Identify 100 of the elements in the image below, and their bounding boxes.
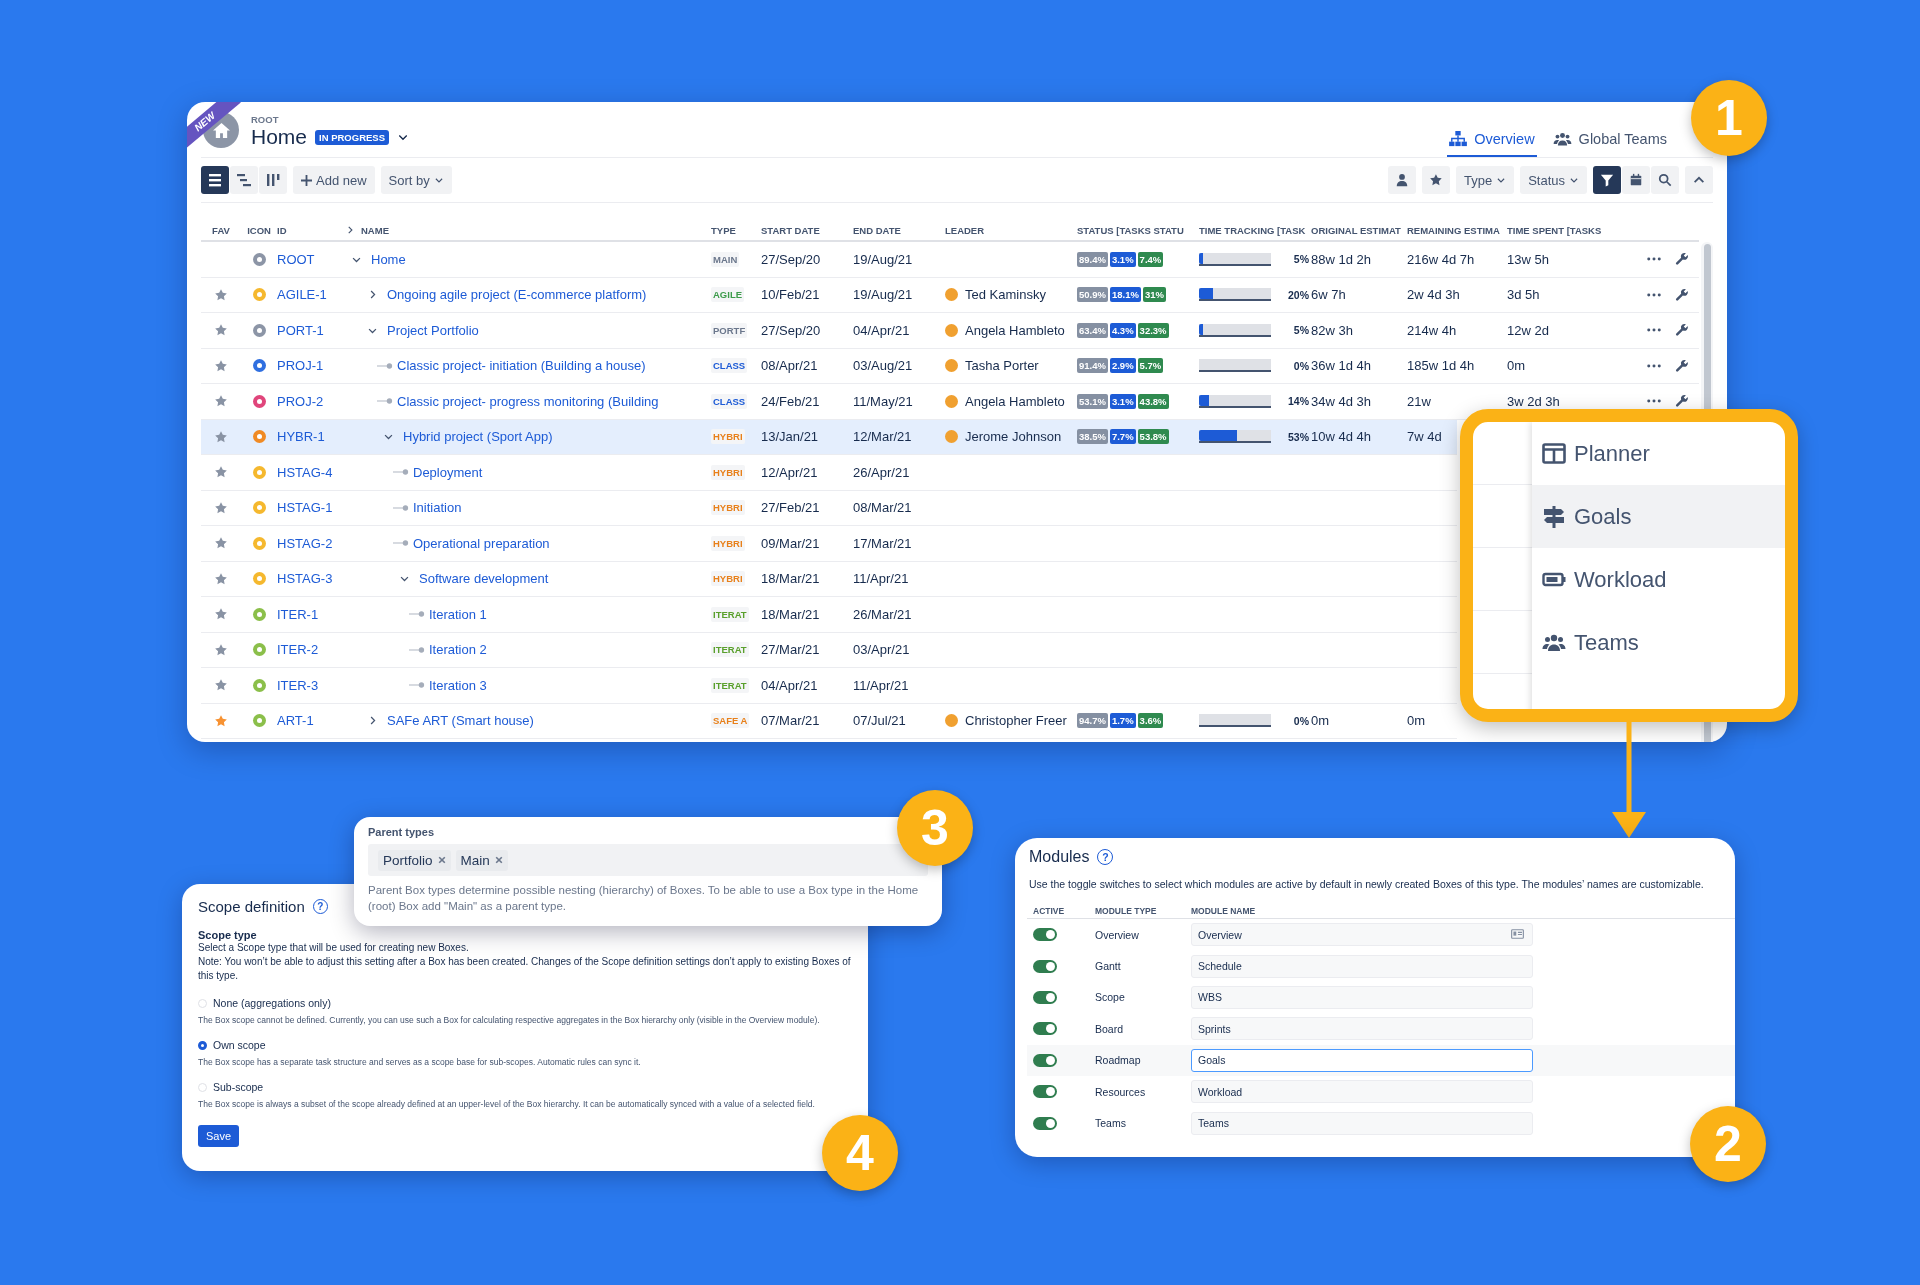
table-row[interactable]: ITER-3 Iteration 3 ITERAT 04/Apr/21 11/Apr/21 [201,668,1457,704]
toggle-switch[interactable] [1033,1053,1057,1067]
module-name-field[interactable]: Teams [1191,1111,1533,1135]
table-row[interactable]: HSTAG-4 Deployment HYBRI 12/Apr/21 26/Apr/21 [201,455,1457,491]
wrench-icon[interactable] [1675,252,1689,267]
menu-item[interactable]: Planner [1532,422,1785,485]
star-icon[interactable] [214,713,228,728]
remove-icon[interactable] [437,856,446,864]
view-button[interactable] [230,166,258,194]
tab[interactable]: Overview [1447,131,1537,157]
name-link[interactable]: Classic project- progress monitoring (Building [397,393,659,409]
status-filter-button[interactable]: Status [1520,166,1587,194]
module-name-field[interactable]: Goals [1191,1048,1533,1072]
toggle-switch[interactable] [1033,990,1057,1004]
table-row[interactable]: HYBR-1 Hybrid project (Sport App) HYBRI 13/Jan/21 12/Mar/21 Jerome Johnson 38.5% 7.7% 53.8% 53%10w 4d 4h 7w 4d [201,419,1457,455]
id-card-icon[interactable] [1511,929,1524,940]
toggle-switch[interactable] [1033,928,1057,942]
star-icon[interactable] [214,500,228,515]
id-link[interactable]: PORT-1 [277,322,324,338]
module-name-field[interactable]: Workload [1191,1080,1533,1104]
collapse-button[interactable] [1685,166,1713,194]
chevron-icon[interactable] [345,225,355,235]
id-link[interactable]: ITER-1 [277,606,319,622]
person-button[interactable] [1387,166,1416,194]
remove-icon[interactable] [494,856,503,864]
name-link[interactable]: Software development [419,571,549,587]
tab[interactable]: Global Teams [1550,130,1669,157]
more-icon[interactable] [1647,257,1661,262]
more-icon[interactable] [1647,292,1661,297]
name-link[interactable]: Project Portfolio [387,322,479,338]
module-name-field[interactable]: Schedule [1191,954,1533,978]
name-link[interactable]: Deployment [413,464,483,480]
radio-label[interactable]: Sub-scope [213,1081,264,1093]
star-icon[interactable] [214,642,228,657]
star-icon[interactable] [214,678,228,693]
module-name-field[interactable]: WBS [1191,985,1533,1009]
star-icon[interactable] [214,607,228,622]
id-link[interactable]: HSTAG-3 [277,571,333,587]
module-name-field[interactable]: Overview [1191,923,1533,947]
star-icon[interactable] [214,429,228,444]
name-link[interactable]: Iteration 3 [429,677,487,693]
star-icon[interactable] [214,536,228,551]
search-button[interactable] [1651,166,1679,194]
filter-button[interactable] [1593,166,1621,194]
star-icon[interactable] [214,287,228,302]
star-icon[interactable] [214,323,228,338]
name-link[interactable]: Hybrid project (Sport App) [403,429,553,445]
radio-button[interactable] [198,1040,207,1050]
id-link[interactable]: ITER-2 [277,642,319,658]
name-link[interactable]: Classic project- initiation (Building a house) [397,358,646,374]
more-icon[interactable] [1647,399,1661,404]
id-link[interactable]: AGILE-1 [277,287,327,303]
toggle-switch[interactable] [1033,1085,1057,1099]
radio-label[interactable]: None (aggregations only) [213,997,331,1009]
calendar-button[interactable] [1622,166,1650,194]
name-link[interactable]: Iteration 1 [429,606,487,622]
table-row[interactable]: AGILE-1 Ongoing agile project (E-commerce platform) AGILE 10/Feb/21 19/Aug/21 Ted Kaminsky 50.9% 18.1% 31% 20%6w 7h 2w 4d 3h 3d 5h [201,277,1699,313]
wrench-icon[interactable] [1675,323,1689,338]
table-row[interactable]: HSTAG-3 Software development HYBRI 18/Mar/21 11/Apr/21 [201,561,1457,597]
name-link[interactable]: Operational preparation [413,535,550,551]
id-link[interactable]: PROJ-2 [277,393,324,409]
table-row[interactable]: ITER-2 Iteration 2 ITERAT 27/Mar/21 03/Apr/21 [201,632,1457,668]
wrench-icon[interactable] [1675,394,1689,409]
more-icon[interactable] [1647,363,1661,368]
id-link[interactable]: HSTAG-1 [277,500,333,516]
star-button[interactable] [1421,166,1450,194]
id-link[interactable]: ROOT [277,251,315,267]
id-link[interactable]: HSTAG-4 [277,464,333,480]
menu-item[interactable]: Workload [1532,548,1785,611]
id-link[interactable]: PROJ-1 [277,358,324,374]
name-link[interactable]: SAFe ART (Smart house) [387,713,534,729]
id-link[interactable]: HYBR-1 [277,429,325,445]
name-link[interactable]: Iteration 2 [429,642,487,658]
menu-item[interactable]: Goals [1532,485,1785,548]
name-link[interactable]: Home [371,251,406,267]
radio-label[interactable]: Own scope [213,1039,266,1051]
star-icon[interactable] [214,358,228,373]
table-row[interactable]: ROOT Home MAIN 27/Sep/20 19/Aug/21 89.4% 3.1% 7.4% 5%88w 1d 2h 216w 4d 7h 13w 5h [201,242,1699,278]
more-icon[interactable] [1647,328,1661,333]
name-link[interactable]: Initiation [413,500,462,516]
table-row[interactable]: HSTAG-1 Initiation HYBRI 27/Feb/21 08/Mar/21 [201,490,1457,526]
tag-chip[interactable]: Portfolio [378,849,451,871]
star-icon[interactable] [214,465,228,480]
toggle-switch[interactable] [1033,959,1057,973]
toggle-switch[interactable] [1033,1116,1057,1130]
sort-by-button[interactable]: Sort by [380,166,452,194]
table-row[interactable]: HSTAG-2 Operational preparation HYBRI 09/Mar/21 17/Mar/21 [201,526,1457,562]
type-filter-button[interactable]: Type [1455,166,1515,194]
table-row[interactable]: ART-1 SAFe ART (Smart house) SAFE A 07/Mar/21 07/Jul/21 Christopher Freer 94.7% 1.7% 3.6% 0%0m 0m [201,703,1457,739]
breadcrumb[interactable]: ROOT [251,114,410,125]
table-row[interactable]: PORT-1 Project Portfolio PORTF 27/Sep/20 04/Apr/21 Angela Hambleto 63.4% 4.3% 32.3% 5%82w 3h 214w 4h 12w 2d [201,313,1699,349]
id-link[interactable]: ITER-3 [277,677,319,693]
id-link[interactable]: HSTAG-2 [277,535,333,551]
tag-chip[interactable]: Main [455,849,508,871]
toggle-switch[interactable] [1033,1022,1057,1036]
view-button[interactable] [259,166,287,194]
table-row[interactable]: ITER-1 Iteration 1 ITERAT 18/Mar/21 26/Mar/21 [201,597,1457,633]
module-name-field[interactable]: Sprints [1191,1017,1533,1041]
wrench-icon[interactable] [1675,358,1689,373]
star-icon[interactable] [214,571,228,586]
